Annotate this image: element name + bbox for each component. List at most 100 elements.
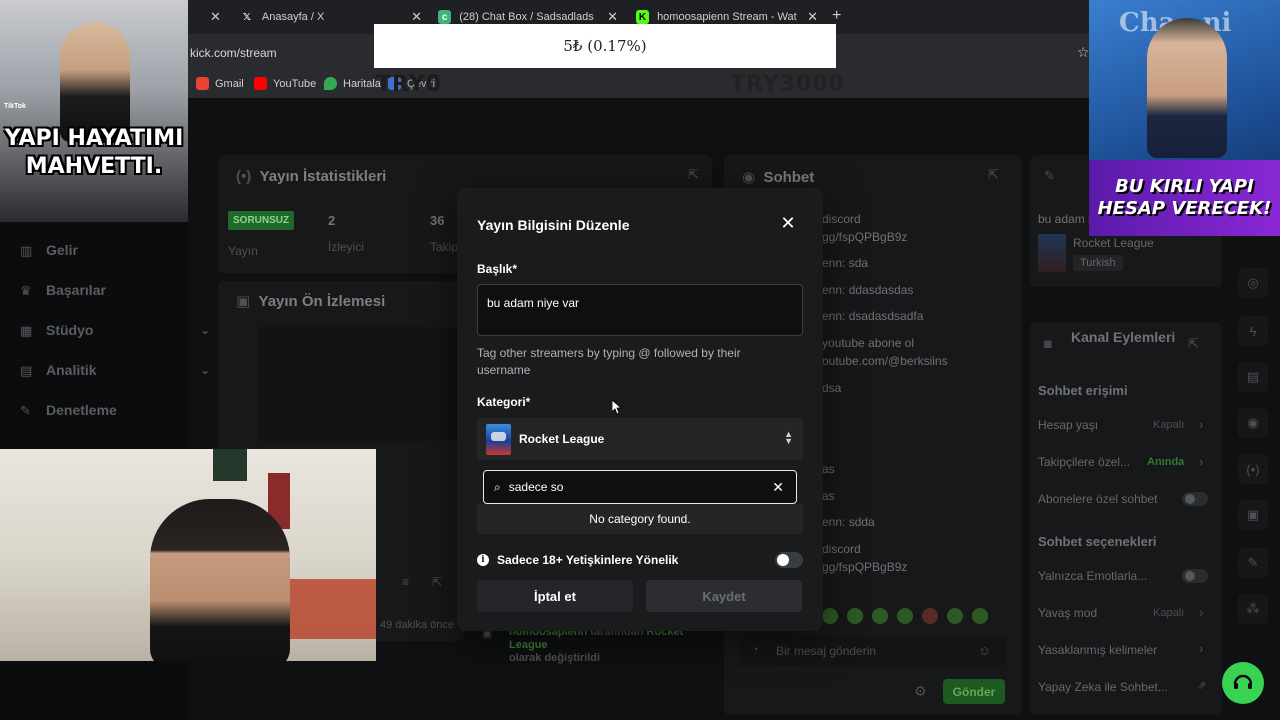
rail-list-button[interactable]: ▤ [1238, 362, 1268, 392]
category-search[interactable]: ⌕ ✕ [483, 470, 797, 504]
subscribers-only-label: Abonelere özel sohbet [1038, 492, 1158, 506]
bookmark-youtube[interactable]: YouTube [254, 77, 316, 90]
sidebar-item-analitik[interactable]: ▤ Analitik ⌄ [20, 362, 220, 378]
rail-wrench-button[interactable]: ✎ [1238, 548, 1268, 578]
activity-time: 49 dakika önce [380, 619, 454, 631]
account-age-label[interactable]: Hesap yaşı [1038, 418, 1098, 432]
emote-icon[interactable] [972, 608, 988, 624]
news-video-overlay: Cha...ni BU KIRLI YAPIHESAP VERECEK! [1089, 0, 1280, 236]
new-tab-icon[interactable]: + [832, 7, 841, 25]
close-icon[interactable]: ✕ [777, 212, 799, 234]
title-label: Başlık* [477, 262, 518, 276]
emote-icon[interactable] [947, 608, 963, 624]
sidebar-item-denetleme[interactable]: ✎ Denetleme [20, 402, 117, 418]
emote-icon[interactable] [897, 608, 913, 624]
adult-content-toggle[interactable] [775, 552, 803, 568]
info-icon: i [477, 554, 489, 566]
ai-chat-label[interactable]: Yapay Zeka ile Sohbet... [1038, 680, 1168, 694]
save-button[interactable]: Kaydet [646, 580, 802, 612]
subscribers-only-toggle[interactable] [1182, 492, 1208, 506]
tiktok-caption-line2: MAHVETTI. [25, 154, 163, 179]
tiktok-video-overlay: TikTok YAPI HAYATIMI MAHVETTI. [0, 0, 188, 222]
help-button[interactable] [1222, 662, 1264, 704]
close-icon: ✕ [210, 9, 221, 24]
preview-thumbnail [258, 327, 464, 441]
emote-icon[interactable] [872, 608, 888, 624]
chat-message: discord [822, 212, 861, 226]
send-button[interactable]: Gönder [943, 679, 1005, 704]
close-icon[interactable]: ✕ [411, 9, 422, 25]
filter-icon[interactable]: ≡ [402, 575, 409, 589]
tab-close-first[interactable]: ✕ [200, 0, 221, 34]
webcam-overlay [0, 449, 376, 661]
no-results-message: No category found. [477, 504, 803, 534]
expand-icon[interactable]: ⇱ [688, 167, 699, 183]
rail-camera-button[interactable]: ◎ [1238, 268, 1268, 298]
bolt-icon: ϟ [1249, 323, 1257, 339]
rail-chat-button[interactable]: ◉ [1238, 408, 1268, 438]
banned-words-label[interactable]: Yasaklanmış kelimeler [1038, 643, 1157, 657]
wrench-icon: ✎ [1247, 555, 1259, 570]
adult-content-label: Sadece 18+ Yetişkinlere Yönelik [497, 553, 679, 567]
category-select[interactable]: Rocket League ▲ ▼ [477, 418, 803, 460]
emote-icon[interactable] [847, 608, 863, 624]
category-search-input[interactable] [508, 480, 759, 494]
expand-icon[interactable]: ⇱ [988, 167, 999, 183]
person-figure [60, 22, 130, 142]
stream-title-input[interactable]: bu adam niye var [477, 284, 803, 336]
chevron-right-icon: › [1199, 641, 1204, 656]
chat-options-title: Sohbet seçenekleri [1038, 534, 1157, 549]
close-icon[interactable]: ✕ [607, 9, 618, 25]
chat-bubble-icon: ◉ [1247, 415, 1259, 430]
chevron-updown-icon: ▲ ▼ [784, 429, 793, 446]
emote-only-toggle[interactable] [1182, 569, 1208, 583]
cancel-button[interactable]: İptal et [477, 580, 633, 612]
gmail-icon [196, 77, 209, 90]
chat-title: ◉ Sohbet [742, 169, 815, 186]
adult-content-row: i Sadece 18+ Yetişkinlere Yönelik [477, 550, 803, 570]
followers-only-label[interactable]: Takipçilere özel... [1038, 455, 1130, 469]
chevron-right-icon: › [1199, 454, 1204, 469]
rail-bolt-button[interactable]: ϟ [1238, 316, 1268, 346]
emoji-icon[interactable]: ☺ [978, 643, 991, 658]
analytics-icon: ▤ [20, 363, 33, 378]
viewers-value: 2 [328, 213, 336, 228]
followers-only-value: Anında [1147, 456, 1185, 468]
bookmark-star-icon[interactable]: ☆ [1077, 44, 1090, 61]
emote-icon[interactable] [822, 608, 838, 624]
sidebar-item-basarilar[interactable]: ♛ Başarılar [20, 282, 106, 298]
preview-icon: ▣ [236, 293, 251, 310]
activity-entry: ▣ homoosapienn tarafından Rocket League … [482, 626, 684, 664]
chat-input[interactable]: ◔ Bir mesaj gönderin ☺ [740, 636, 1006, 666]
search-icon: ⌕ [494, 479, 501, 494]
expand-icon[interactable]: ⇱ [1188, 336, 1199, 352]
rail-apps-button[interactable]: ⁂ [1238, 594, 1268, 624]
edit-stream-info-modal: Yayın Bilgisini Düzenle ✕ Başlık* bu ada… [457, 188, 823, 631]
stream-info-game: Rocket League [1073, 236, 1154, 250]
emote-icon[interactable] [922, 608, 938, 624]
chat-input-placeholder: Bir mesaj gönderin [776, 644, 877, 658]
followers-value: 36 [430, 213, 445, 228]
bookmark-gmail[interactable]: Gmail [196, 77, 244, 90]
gear-icon[interactable]: ⚙ [914, 683, 927, 700]
chat-message: youtube abone ol [822, 336, 915, 350]
sidebar-item-gelir[interactable]: ▥ Gelir [20, 242, 78, 258]
tiktok-caption-line1: YAPI HAYATIMI [4, 126, 184, 151]
preview-title: ▣ Yayın Ön İzlemesi [236, 293, 386, 310]
sidebar-item-studyo[interactable]: ▦ Stüdyo ⌄ [20, 322, 220, 338]
url-field[interactable]: kick.com/stream [190, 46, 277, 60]
wrench-icon: ✎ [20, 403, 31, 418]
media-icon: ▣ [1246, 507, 1260, 522]
chat-message: gg/fspQPBgB9z [822, 230, 908, 244]
clear-icon[interactable]: ✕ [772, 479, 784, 496]
rail-media-button[interactable]: ▣ [1238, 500, 1268, 530]
expand-icon[interactable]: ⇱ [432, 575, 442, 589]
rail-broadcast-button[interactable]: (•) [1238, 454, 1268, 484]
chat-message: discord [822, 542, 861, 556]
chat-message: enn: sda [822, 256, 869, 270]
trophy-icon: ♛ [20, 283, 32, 298]
chevron-right-icon: › [1199, 605, 1204, 620]
slow-mode-label[interactable]: Yavaş mod [1038, 606, 1097, 620]
chat-message: as [822, 462, 835, 476]
close-icon[interactable]: ✕ [807, 9, 818, 25]
